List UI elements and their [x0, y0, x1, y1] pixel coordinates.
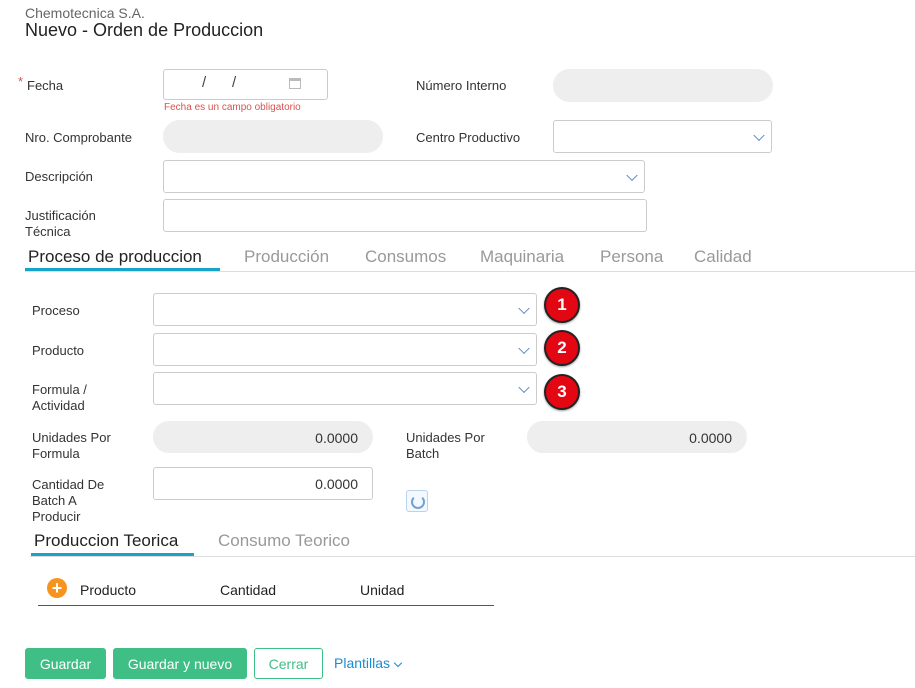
formula-label-line: Formula / — [32, 382, 87, 397]
calendar-icon[interactable] — [289, 78, 301, 89]
company-name: Chemotecnica S.A. — [25, 5, 145, 21]
unidades-formula-field: 0.0000 — [153, 421, 373, 453]
column-header-unidad: Unidad — [360, 582, 405, 598]
formula-label: Formula / Actividad — [32, 382, 87, 414]
fecha-input[interactable]: / / — [163, 69, 328, 100]
tab-proceso-de-produccion[interactable]: Proceso de produccion — [28, 247, 202, 267]
cantidad-batch-input[interactable]: 0.0000 — [153, 467, 373, 500]
centro-productivo-select[interactable] — [553, 120, 772, 153]
unidades-formula-label-line: Unidades Por — [32, 430, 111, 445]
chevron-down-icon — [518, 381, 530, 393]
cantidad-batch-label: Cantidad De Batch A Producir — [32, 477, 104, 525]
cantidad-batch-label-line: Batch A — [32, 493, 77, 508]
justificacion-label-line: Técnica — [25, 224, 71, 239]
tab-consumos[interactable]: Consumos — [365, 247, 446, 267]
date-separator: / — [202, 74, 207, 91]
justificacion-input[interactable] — [163, 199, 647, 232]
active-tab-indicator — [25, 268, 220, 271]
guardar-button[interactable]: Guardar — [25, 648, 106, 679]
add-icon[interactable]: + — [47, 578, 67, 598]
tab-consumo-teorico[interactable]: Consumo Teorico — [218, 531, 350, 551]
table-header-divider — [38, 605, 494, 606]
guardar-y-nuevo-button[interactable]: Guardar y nuevo — [113, 648, 247, 679]
nro-comprobante-label: Nro. Comprobante — [25, 130, 132, 145]
formula-select[interactable] — [153, 372, 537, 405]
unidades-formula-label-line: Formula — [32, 446, 80, 461]
tabs-divider — [25, 271, 915, 272]
proceso-label: Proceso — [32, 303, 80, 318]
nro-comprobante-field — [163, 120, 383, 153]
cantidad-batch-label-line: Producir — [32, 509, 81, 524]
step-badge-2: 2 — [544, 330, 580, 366]
chevron-down-icon — [518, 342, 530, 354]
tab-persona[interactable]: Persona — [600, 247, 663, 267]
producto-label: Producto — [32, 343, 85, 358]
refresh-icon[interactable] — [406, 490, 428, 512]
numero-interno-label: Número Interno — [416, 78, 507, 93]
tab-produccion[interactable]: Producción — [244, 247, 329, 267]
step-badge-1: 1 — [544, 287, 580, 323]
unidades-batch-label-line: Unidades Por — [406, 430, 485, 445]
unidades-batch-value: 0.0000 — [689, 430, 732, 446]
fecha-error-message: Fecha es un campo obligatorio — [164, 102, 301, 113]
chevron-down-icon — [753, 129, 765, 141]
centro-productivo-label: Centro Productivo — [416, 130, 521, 145]
required-mark: * — [18, 74, 24, 89]
chevron-down-icon — [393, 658, 403, 668]
unidades-batch-label: Unidades Por Batch — [406, 430, 485, 462]
cantidad-batch-value: 0.0000 — [315, 476, 358, 492]
proceso-select[interactable] — [153, 293, 537, 326]
descripcion-select[interactable] — [163, 160, 645, 193]
active-subtab-indicator — [31, 553, 194, 556]
unidades-formula-label: Unidades Por Formula — [32, 430, 111, 462]
tab-calidad[interactable]: Calidad — [694, 247, 752, 267]
cerrar-button[interactable]: Cerrar — [254, 648, 323, 679]
justificacion-label: Justificación Técnica — [25, 208, 96, 240]
unidades-batch-field: 0.0000 — [527, 421, 747, 453]
producto-select[interactable] — [153, 333, 537, 366]
formula-label-line: Actividad — [32, 398, 85, 413]
chevron-down-icon — [518, 302, 530, 314]
subtabs-divider — [30, 556, 915, 557]
date-separator: / — [232, 74, 237, 91]
unidades-formula-value: 0.0000 — [315, 430, 358, 446]
column-header-cantidad: Cantidad — [220, 582, 277, 598]
justificacion-label-line: Justificación — [25, 208, 96, 223]
tab-produccion-teorica[interactable]: Produccion Teorica — [34, 531, 178, 551]
numero-interno-field — [553, 69, 773, 102]
column-header-producto: Producto — [80, 582, 137, 598]
step-badge-3: 3 — [544, 374, 580, 410]
plantillas-label: Plantillas — [334, 655, 391, 671]
fecha-label: Fecha — [27, 78, 64, 93]
plantillas-dropdown[interactable]: Plantillas — [334, 655, 403, 671]
page-title: Nuevo - Orden de Produccion — [25, 20, 264, 40]
descripcion-label: Descripción — [25, 169, 93, 184]
cantidad-batch-label-line: Cantidad De — [32, 477, 105, 492]
chevron-down-icon — [626, 169, 638, 181]
tab-maquinaria[interactable]: Maquinaria — [480, 247, 564, 267]
unidades-batch-label-line: Batch — [406, 446, 440, 461]
